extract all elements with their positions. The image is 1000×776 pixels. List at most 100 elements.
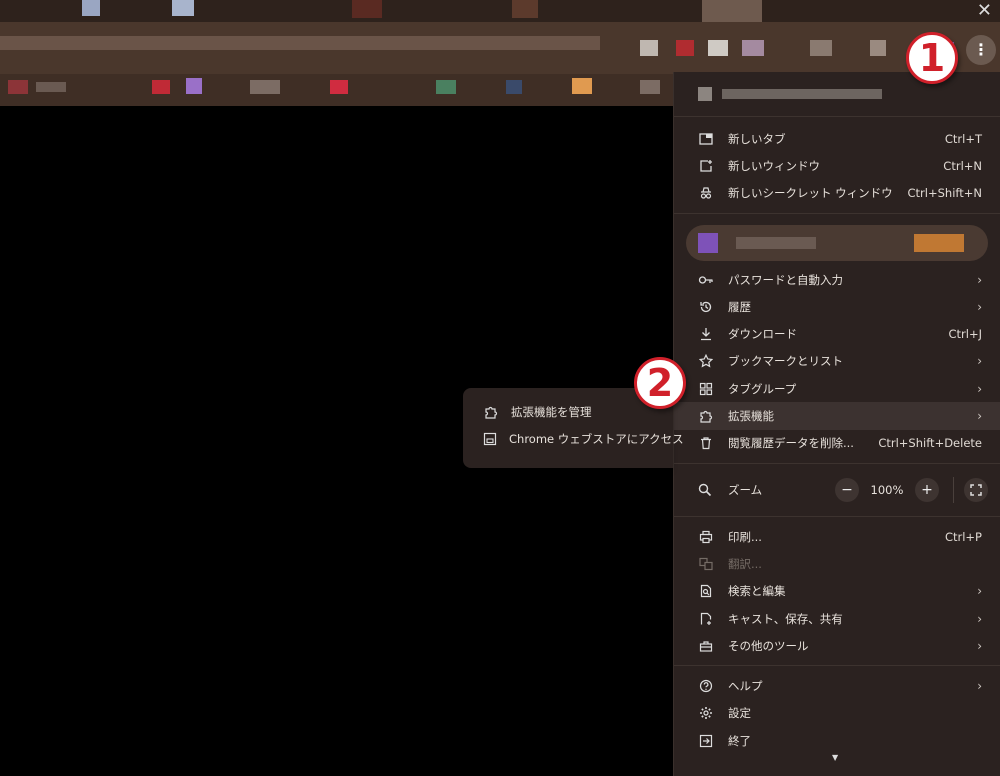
- menu-item-label: 設定: [728, 706, 751, 721]
- menu-item-label: 翻訳...: [728, 556, 762, 571]
- chevron-right-icon: ›: [977, 354, 982, 369]
- divider: [674, 462, 1000, 464]
- menu-item-search-edit[interactable]: 検索と編集 ›: [674, 578, 1000, 605]
- divider: [674, 515, 1000, 517]
- new-tab-icon: [698, 131, 714, 147]
- submenu-item-label: Chrome ウェブストアにアクセス: [509, 431, 684, 446]
- menu-item-extension[interactable]: 拡張機能 ›: [674, 402, 1000, 430]
- menu-item-label: 新しいウィンドウ: [728, 158, 820, 173]
- menu-item-label: ダウンロード: [728, 327, 797, 342]
- menu-item-label: 履歴: [728, 299, 751, 314]
- search-edit-icon: [698, 583, 714, 599]
- menu-item-label: ブックマークとリスト: [728, 354, 843, 369]
- menu-item-shortcut: Ctrl+T: [944, 131, 982, 146]
- chevron-right-icon: ›: [977, 584, 982, 599]
- incognito-icon: [698, 185, 714, 201]
- chevron-right-icon: ›: [977, 638, 982, 653]
- chrome-main-menu: 新しいタブ Ctrl+T 新しいウィンドウ Ctrl+N 新しいシークレット ウィンドウ…: [673, 72, 1000, 776]
- chevron-right-icon: ›: [977, 299, 982, 314]
- key-icon: [698, 272, 714, 288]
- print-icon: [698, 529, 714, 545]
- menu-item-key[interactable]: パスワードと自動入力 ›: [674, 266, 1000, 293]
- trash-icon: [698, 435, 714, 451]
- menu-item-label: パスワードと自動入力: [728, 272, 843, 287]
- zoom-icon: [698, 483, 714, 497]
- download-icon: [698, 326, 714, 342]
- menu-group-2: パスワードと自動入力 › 履歴 › ダウンロード Ctrl+J ブックマークとリスト › タブグ…: [674, 266, 1000, 457]
- menu-item-label: タブグループ: [728, 381, 797, 396]
- scroll-down-icon[interactable]: ▼: [832, 753, 838, 762]
- menu-item-shortcut: Ctrl+N: [943, 158, 982, 173]
- gear-icon: [698, 705, 714, 721]
- extension-icon: [698, 408, 714, 424]
- cast-icon: [698, 611, 714, 627]
- menu-item-download[interactable]: ダウンロード Ctrl+J: [674, 320, 1000, 347]
- menu-item-cast[interactable]: キャスト、保存、共有 ›: [674, 605, 1000, 632]
- menu-item-toolbox[interactable]: その他のツール ›: [674, 632, 1000, 659]
- tab-groups-icon: [698, 381, 714, 397]
- menu-group-3: 印刷... Ctrl+P 翻訳... 検索と編集 › キャスト、保存、共有 › その他のツール…: [674, 523, 1000, 659]
- zoom-value: 100%: [870, 482, 904, 497]
- menu-item-label: キャスト、保存、共有: [728, 611, 843, 626]
- zoom-label: ズーム: [728, 482, 763, 497]
- avatar: [698, 87, 712, 101]
- menu-item-shortcut: Ctrl+P: [944, 529, 982, 544]
- menu-group-4: ヘルプ › 設定終了: [674, 672, 1000, 754]
- chevron-right-icon: ›: [977, 611, 982, 626]
- divider: [674, 212, 1000, 214]
- menu-item-label: 新しいタブ: [728, 131, 786, 146]
- fullscreen-button[interactable]: [964, 477, 988, 502]
- divider: [674, 665, 1000, 667]
- zoom-out-button[interactable]: −: [835, 477, 859, 502]
- submenu-item-label: 拡張機能を管理: [511, 404, 592, 419]
- profile-row-blurred[interactable]: [674, 220, 1000, 266]
- menu-item-exit[interactable]: 終了: [674, 727, 1000, 754]
- menu-item-incognito[interactable]: 新しいシークレット ウィンドウ Ctrl+Shift+N: [674, 180, 1000, 207]
- new-window-icon: [698, 158, 714, 174]
- history-icon: [698, 299, 714, 315]
- menu-item-label: 新しいシークレット ウィンドウ: [728, 186, 893, 201]
- chrome-webstore-item[interactable]: Chrome ウェブストアにアクセス: [463, 425, 684, 452]
- menu-item-shortcut: Ctrl+J: [948, 327, 983, 342]
- kebab-menu-button[interactable]: ⋮: [966, 35, 996, 65]
- chevron-right-icon: ›: [977, 381, 982, 396]
- zoom-row: ズーム − 100% +: [674, 470, 1000, 510]
- menu-item-shortcut: Ctrl+Shift+N: [907, 186, 982, 201]
- close-icon[interactable]: ✕: [977, 0, 992, 21]
- toolbox-icon: [698, 638, 714, 654]
- fullscreen-icon: [970, 484, 982, 496]
- menu-item-help[interactable]: ヘルプ ›: [674, 672, 1000, 699]
- divider: [953, 476, 954, 503]
- menu-item-star[interactable]: ブックマークとリスト ›: [674, 348, 1000, 375]
- chevron-right-icon: ›: [977, 679, 982, 694]
- menu-item-new-window[interactable]: 新しいウィンドウ Ctrl+N: [674, 152, 1000, 179]
- zoom-in-button[interactable]: +: [915, 477, 939, 502]
- translate-icon: [698, 556, 714, 572]
- menu-item-label: ヘルプ: [728, 679, 763, 694]
- menu-item-translate[interactable]: 翻訳...: [674, 550, 1000, 577]
- webstore-icon: [483, 431, 497, 447]
- step-marker-1: 1: [906, 32, 958, 84]
- menu-item-history[interactable]: 履歴 ›: [674, 293, 1000, 320]
- menu-item-label: 閲覧履歴データを削除...: [728, 436, 854, 451]
- menu-item-shortcut: Ctrl+Shift+Delete: [878, 436, 982, 451]
- menu-group-1: 新しいタブ Ctrl+T 新しいウィンドウ Ctrl+N 新しいシークレット ウィンドウ…: [674, 125, 1000, 207]
- menu-item-gear[interactable]: 設定: [674, 700, 1000, 727]
- menu-item-label: 拡張機能: [728, 409, 774, 424]
- chevron-right-icon: ›: [977, 272, 982, 287]
- menu-item-label: 印刷...: [728, 529, 762, 544]
- menu-item-tab-groups[interactable]: タブグループ ›: [674, 375, 1000, 402]
- menu-item-new-tab[interactable]: 新しいタブ Ctrl+T: [674, 125, 1000, 152]
- extension-icon: [483, 404, 499, 420]
- menu-item-label: その他のツール: [728, 638, 809, 653]
- menu-item-label: 検索と編集: [728, 584, 786, 599]
- exit-icon: [698, 733, 714, 749]
- menu-item-print[interactable]: 印刷... Ctrl+P: [674, 523, 1000, 550]
- menu-item-trash[interactable]: 閲覧履歴データを削除... Ctrl+Shift+Delete: [674, 430, 1000, 457]
- kebab-icon: ⋮: [973, 40, 989, 59]
- profile-header-blurred[interactable]: [674, 72, 1000, 117]
- star-icon: [698, 353, 714, 369]
- step-marker-2: 2: [634, 357, 686, 409]
- chevron-right-icon: ›: [977, 409, 982, 424]
- help-icon: [698, 678, 714, 694]
